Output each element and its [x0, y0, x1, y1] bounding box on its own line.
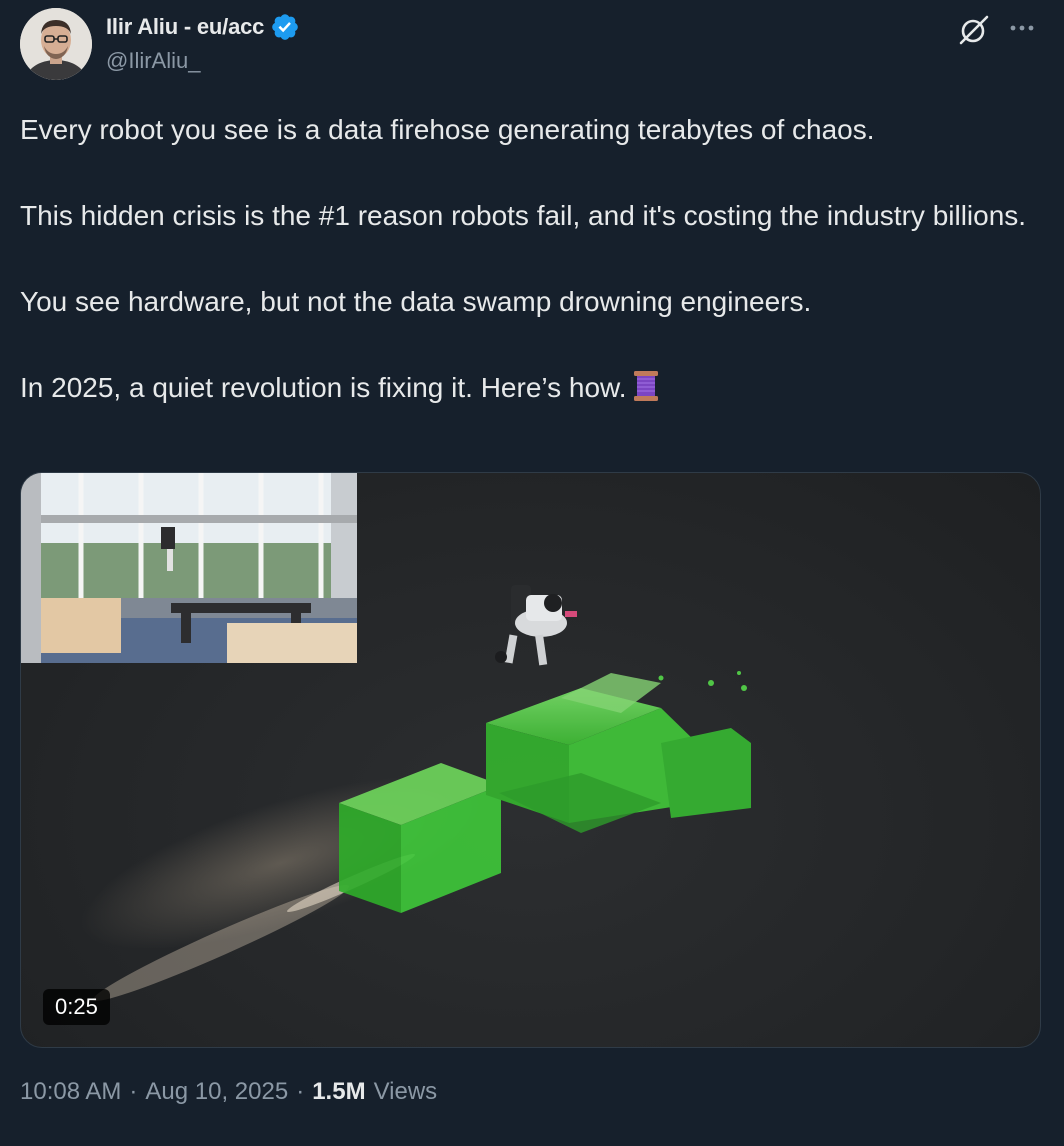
tweet-card: Ilir Aliu - eu/acc @IlirAliu_ Every robo… — [0, 0, 1064, 1146]
tweet-paragraph-last: In 2025, a quiet revolution is fixing it… — [20, 366, 1030, 409]
views-label: Views — [373, 1078, 438, 1105]
tweet-paragraph: In 2025, a quiet revolution is fixing it… — [20, 372, 627, 403]
grok-icon[interactable] — [956, 12, 992, 48]
video-player[interactable]: 0:25 — [20, 472, 1041, 1048]
point-cloud-boxes — [339, 671, 751, 913]
author-avatar[interactable] — [20, 8, 92, 80]
author-name[interactable]: Ilir Aliu - eu/acc — [106, 14, 264, 40]
tweet-paragraph: Every robot you see is a data firehose g… — [20, 114, 875, 145]
meta-separator: · — [296, 1078, 305, 1105]
tweet-paragraph: You see hardware, but not the data swamp… — [20, 286, 812, 317]
verified-badge-icon — [270, 12, 300, 42]
thread-spool-icon — [631, 369, 661, 403]
robot-figure — [495, 585, 577, 666]
tweet-text: Every robot you see is a data firehose g… — [20, 108, 1030, 409]
inset-camera-view — [21, 473, 357, 663]
more-icon[interactable] — [1004, 14, 1040, 42]
views-count: 1.5M — [312, 1078, 366, 1105]
tweet-time[interactable]: 10:08 AM — [20, 1078, 121, 1106]
meta-separator: · — [129, 1078, 138, 1105]
author-name-row: Ilir Aliu - eu/acc — [106, 12, 300, 42]
tweet-meta: 10:08 AM · Aug 10, 2025 · 1.5M Views — [20, 1078, 437, 1106]
tweet-paragraph: This hidden crisis is the #1 reason robo… — [20, 200, 1027, 231]
avatar-photo — [20, 8, 92, 80]
video-duration-badge: 0:25 — [43, 989, 110, 1025]
author-handle[interactable]: @IlirAliu_ — [106, 48, 200, 74]
tweet-date[interactable]: Aug 10, 2025 — [145, 1078, 288, 1106]
